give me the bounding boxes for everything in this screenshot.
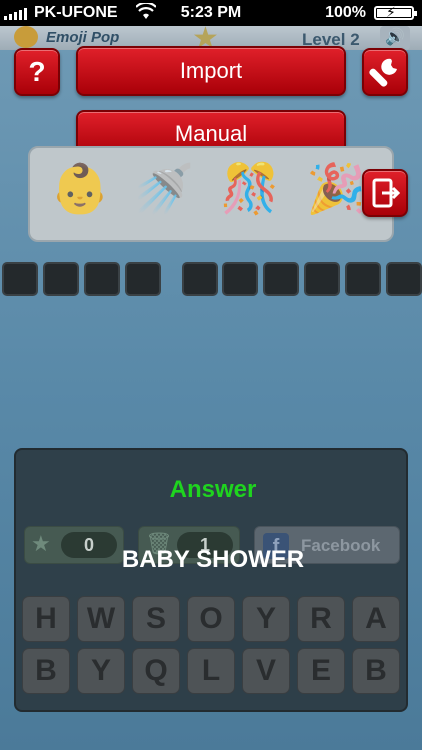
party-popper-emoji-icon: 🎉 <box>306 163 366 216</box>
speaker-icon[interactable]: 🔊 <box>380 26 410 50</box>
letter-slot[interactable] <box>222 262 258 296</box>
letter-slot[interactable] <box>125 262 161 296</box>
battery-percentage: 100% <box>325 4 366 21</box>
import-button[interactable]: Import <box>76 46 346 96</box>
letter-key[interactable]: E <box>297 648 345 694</box>
letter-slot[interactable] <box>386 262 422 296</box>
letter-key[interactable]: Y <box>77 648 125 694</box>
letter-slot[interactable] <box>2 262 38 296</box>
wrench-icon <box>369 58 397 87</box>
baby-emoji-icon: 👶 <box>50 163 110 216</box>
letter-slot[interactable] <box>182 262 218 296</box>
emoji-logo-icon <box>14 26 38 48</box>
letter-slot[interactable] <box>263 262 299 296</box>
help-button[interactable]: ? <box>14 48 60 96</box>
letter-key[interactable]: B <box>352 648 400 694</box>
letter-key[interactable]: A <box>352 596 400 642</box>
answer-overlay: Answer ★ 0 🗑 1 f Facebook BABY SHOWER H … <box>14 448 408 712</box>
exit-button[interactable] <box>362 169 408 217</box>
letter-key[interactable]: O <box>187 596 235 642</box>
battery-icon: ⚡ <box>374 4 417 20</box>
letter-key[interactable]: V <box>242 648 290 694</box>
game-screen: Emoji Pop ★ Level 2 🔊 ? Import Manual 👶 … <box>0 24 422 750</box>
answer-title: Answer <box>169 476 257 503</box>
letter-key[interactable]: W <box>77 596 125 642</box>
letter-slot[interactable] <box>345 262 381 296</box>
letter-key[interactable]: S <box>132 596 180 642</box>
letter-key[interactable]: H <box>22 596 70 642</box>
letter-key[interactable]: L <box>187 648 235 694</box>
settings-button[interactable] <box>362 48 408 96</box>
shower-emoji-icon: 🚿 <box>134 163 194 216</box>
charging-bolt-icon: ⚡ <box>386 4 396 20</box>
letter-key[interactable]: R <box>297 596 345 642</box>
letter-slot[interactable] <box>43 262 79 296</box>
emoji-clue-panel: 👶 🚿 🎊 🎉 <box>28 146 394 242</box>
answer-text: BABY SHOWER <box>121 546 305 573</box>
letter-slot[interactable] <box>84 262 120 296</box>
letter-key[interactable]: B <box>22 648 70 694</box>
letter-slot[interactable] <box>304 262 340 296</box>
confetti-ball-emoji-icon: 🎊 <box>220 163 280 216</box>
letter-key[interactable]: Q <box>132 648 180 694</box>
letter-key[interactable]: Y <box>242 596 290 642</box>
exit-icon <box>372 178 401 208</box>
app-logo-text: Emoji Pop <box>46 29 120 46</box>
